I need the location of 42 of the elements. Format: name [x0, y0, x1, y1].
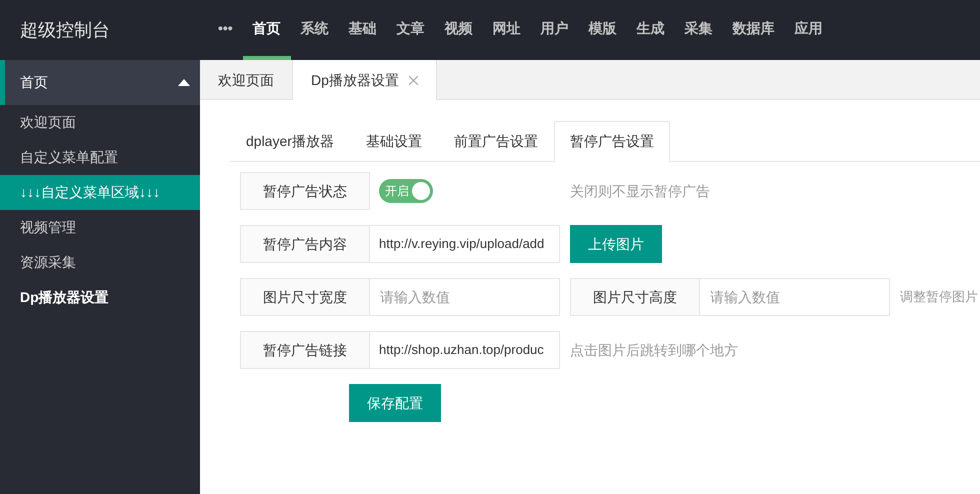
hint-text: 点击图片后跳转到哪个地方: [570, 340, 738, 360]
sidebar-item[interactable]: 视频管理: [0, 210, 200, 245]
nav-tab[interactable]: 数据库: [722, 0, 785, 60]
page-tab[interactable]: Dp播放器设置: [293, 60, 437, 100]
field-label: 暂停广告状态: [240, 172, 370, 210]
input-field[interactable]: 请输入数值: [370, 278, 560, 316]
settings-tab[interactable]: 基础设置: [350, 121, 438, 162]
nav-tab[interactable]: 视频: [434, 0, 483, 60]
settings-tab[interactable]: 暂停广告设置: [554, 121, 670, 162]
nav-tab[interactable]: 系统: [290, 0, 339, 60]
app-title: 超级控制台: [20, 18, 110, 42]
nav-tab[interactable]: 采集: [674, 0, 723, 60]
sidebar-item[interactable]: 自定义菜单配置: [0, 140, 200, 175]
save-button[interactable]: 保存配置: [349, 384, 441, 422]
nav-tab[interactable]: 模版: [578, 0, 627, 60]
hint-text: 调整暂停图片: [900, 288, 978, 306]
nav-tab[interactable]: 基础: [338, 0, 387, 60]
sidebar-item[interactable]: Dp播放器设置: [0, 280, 200, 315]
switch-knob: [412, 182, 430, 200]
settings-tab[interactable]: dplayer播放器: [230, 121, 350, 162]
input-field[interactable]: http://v.reying.vip/upload/add: [370, 225, 560, 263]
sidebar-item[interactable]: 欢迎页面: [0, 105, 200, 140]
input-field[interactable]: 请输入数值: [700, 278, 890, 316]
field-label: 图片尺寸高度: [570, 278, 700, 316]
field-label: 暂停广告链接: [240, 331, 370, 369]
sidebar-group[interactable]: 首页: [0, 60, 200, 105]
nav-tab[interactable]: 文章: [386, 0, 435, 60]
field-label: 暂停广告内容: [240, 225, 370, 263]
nav-tab[interactable]: 用户: [530, 0, 579, 60]
caret-up-icon: [178, 79, 190, 86]
field-label: 图片尺寸宽度: [240, 278, 370, 316]
upload-button[interactable]: 上传图片: [570, 225, 662, 263]
sidebar-item[interactable]: 资源采集: [0, 245, 200, 280]
nav-tab[interactable]: 应用: [784, 0, 833, 60]
nav-tab[interactable]: 生成: [626, 0, 675, 60]
settings-tab[interactable]: 前置广告设置: [438, 121, 554, 162]
nav-tab[interactable]: •••: [208, 0, 243, 60]
sidebar-item[interactable]: ↓↓↓自定义菜单区域↓↓↓: [0, 175, 200, 210]
nav-tab[interactable]: 网址: [482, 0, 531, 60]
input-field[interactable]: http://shop.uzhan.top/produc: [370, 331, 560, 369]
hint-text: 关闭则不显示暂停广告: [570, 182, 710, 200]
close-icon[interactable]: [408, 76, 418, 84]
